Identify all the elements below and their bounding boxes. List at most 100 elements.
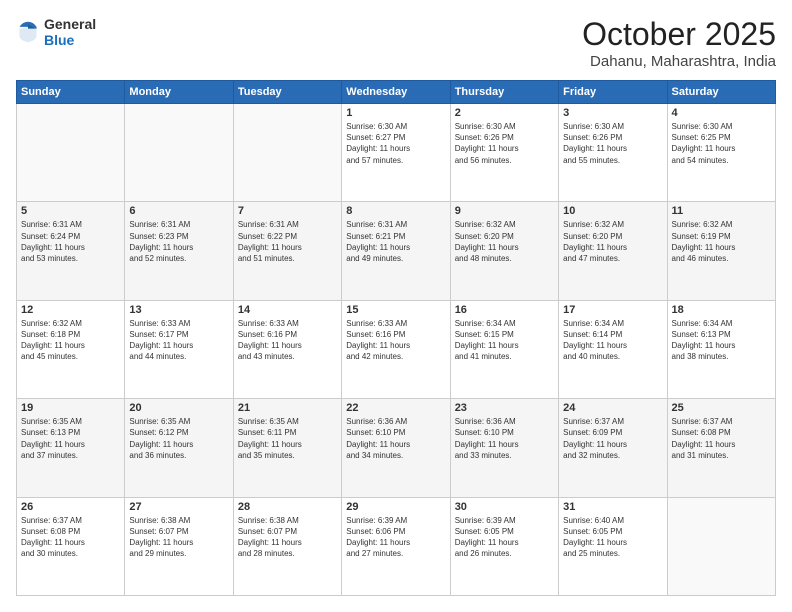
logo-text: General Blue [44,16,96,48]
calendar-cell: 28 Sunrise: 6:38 AM Sunset: 6:07 PM Dayli… [233,497,341,595]
day-number: 29 [346,501,445,513]
day-info: Sunrise: 6:39 AM Sunset: 6:06 PM Dayligh… [346,515,445,560]
day-info: Sunrise: 6:32 AM Sunset: 6:19 PM Dayligh… [672,219,771,264]
calendar-cell: 13 Sunrise: 6:33 AM Sunset: 6:17 PM Dayli… [125,300,233,398]
day-info: Sunrise: 6:30 AM Sunset: 6:25 PM Dayligh… [672,121,771,166]
day-number: 16 [455,304,554,316]
calendar-cell: 31 Sunrise: 6:40 AM Sunset: 6:05 PM Dayli… [559,497,667,595]
calendar-cell: 27Sunrise: 6:38 AM Sunset: 6:07 PM Dayli… [125,497,233,595]
location: Dahanu, Maharashtra, India [582,53,776,70]
calendar-cell: 29 Sunrise: 6:39 AM Sunset: 6:06 PM Dayli… [342,497,450,595]
day-info: Sunrise: 6:34 AM Sunset: 6:13 PM Dayligh… [672,318,771,363]
calendar-cell: 19 Sunrise: 6:35 AM Sunset: 6:13 PM Dayli… [17,399,125,497]
weekday-header: Friday [559,81,667,104]
day-info: Sunrise: 6:31 AM Sunset: 6:21 PM Dayligh… [346,219,445,264]
day-info: Sunrise: 6:30 AM Sunset: 6:26 PM Dayligh… [563,121,662,166]
day-number: 1 [346,107,445,119]
day-info: Sunrise: 6:35 AM Sunset: 6:13 PM Dayligh… [21,416,120,461]
calendar-week-row: 26Sunrise: 6:37 AM Sunset: 6:08 PM Dayli… [17,497,776,595]
day-info: Sunrise: 6:33 AM Sunset: 6:17 PM Dayligh… [129,318,228,363]
calendar-cell: 14 Sunrise: 6:33 AM Sunset: 6:16 PM Dayli… [233,300,341,398]
day-number: 2 [455,107,554,119]
day-number: 9 [455,205,554,217]
calendar-cell [233,104,341,202]
day-info: Sunrise: 6:38 AM Sunset: 6:07 PM Dayligh… [238,515,337,560]
day-number: 8 [346,205,445,217]
day-info: Sunrise: 6:30 AM Sunset: 6:26 PM Dayligh… [455,121,554,166]
day-number: 30 [455,501,554,513]
title-block: October 2025 Dahanu, Maharashtra, India [582,16,776,70]
day-number: 23 [455,402,554,414]
day-number: 3 [563,107,662,119]
weekday-header: Thursday [450,81,558,104]
day-number: 19 [21,402,120,414]
calendar-cell: 15Sunrise: 6:33 AM Sunset: 6:16 PM Dayli… [342,300,450,398]
day-info: Sunrise: 6:39 AM Sunset: 6:05 PM Dayligh… [455,515,554,560]
calendar-cell: 4Sunrise: 6:30 AM Sunset: 6:25 PM Daylig… [667,104,775,202]
day-info: Sunrise: 6:34 AM Sunset: 6:15 PM Dayligh… [455,318,554,363]
calendar-cell: 10Sunrise: 6:32 AM Sunset: 6:20 PM Dayli… [559,202,667,300]
day-info: Sunrise: 6:40 AM Sunset: 6:05 PM Dayligh… [563,515,662,560]
calendar-cell: 22 Sunrise: 6:36 AM Sunset: 6:10 PM Dayli… [342,399,450,497]
weekday-header: Tuesday [233,81,341,104]
day-number: 7 [238,205,337,217]
calendar-cell: 18Sunrise: 6:34 AM Sunset: 6:13 PM Dayli… [667,300,775,398]
calendar-cell: 6Sunrise: 6:31 AM Sunset: 6:23 PM Daylig… [125,202,233,300]
day-info: Sunrise: 6:34 AM Sunset: 6:14 PM Dayligh… [563,318,662,363]
calendar-week-row: 1 Sunrise: 6:30 AM Sunset: 6:27 PM Daylig… [17,104,776,202]
day-number: 13 [129,304,228,316]
day-info: Sunrise: 6:31 AM Sunset: 6:23 PM Dayligh… [129,219,228,264]
day-info: Sunrise: 6:31 AM Sunset: 6:24 PM Dayligh… [21,219,120,264]
calendar-cell: 16 Sunrise: 6:34 AM Sunset: 6:15 PM Dayli… [450,300,558,398]
day-info: Sunrise: 6:38 AM Sunset: 6:07 PM Dayligh… [129,515,228,560]
logo: General Blue [16,16,96,48]
day-info: Sunrise: 6:33 AM Sunset: 6:16 PM Dayligh… [346,318,445,363]
day-number: 25 [672,402,771,414]
day-number: 14 [238,304,337,316]
calendar-cell: 17 Sunrise: 6:34 AM Sunset: 6:14 PM Dayli… [559,300,667,398]
day-info: Sunrise: 6:31 AM Sunset: 6:22 PM Dayligh… [238,219,337,264]
weekday-header: Saturday [667,81,775,104]
calendar-cell: 3 Sunrise: 6:30 AM Sunset: 6:26 PM Daylig… [559,104,667,202]
logo-general: General [44,16,96,32]
day-info: Sunrise: 6:33 AM Sunset: 6:16 PM Dayligh… [238,318,337,363]
day-info: Sunrise: 6:32 AM Sunset: 6:18 PM Dayligh… [21,318,120,363]
calendar-week-row: 12 Sunrise: 6:32 AM Sunset: 6:18 PM Dayli… [17,300,776,398]
calendar-cell [667,497,775,595]
header: General Blue October 2025 Dahanu, Mahara… [16,16,776,70]
day-number: 11 [672,205,771,217]
calendar-cell: 26Sunrise: 6:37 AM Sunset: 6:08 PM Dayli… [17,497,125,595]
calendar-cell [125,104,233,202]
logo-blue: Blue [44,32,74,48]
day-number: 21 [238,402,337,414]
day-info: Sunrise: 6:30 AM Sunset: 6:27 PM Dayligh… [346,121,445,166]
calendar-cell: 8 Sunrise: 6:31 AM Sunset: 6:21 PM Daylig… [342,202,450,300]
calendar-cell: 24 Sunrise: 6:37 AM Sunset: 6:09 PM Dayli… [559,399,667,497]
page: General Blue October 2025 Dahanu, Mahara… [0,0,792,612]
month-title: October 2025 [582,16,776,53]
day-number: 22 [346,402,445,414]
day-info: Sunrise: 6:35 AM Sunset: 6:12 PM Dayligh… [129,416,228,461]
day-number: 17 [563,304,662,316]
day-number: 12 [21,304,120,316]
calendar-cell: 20Sunrise: 6:35 AM Sunset: 6:12 PM Dayli… [125,399,233,497]
calendar-table: SundayMondayTuesdayWednesdayThursdayFrid… [16,80,776,596]
calendar-cell: 11 Sunrise: 6:32 AM Sunset: 6:19 PM Dayli… [667,202,775,300]
day-number: 5 [21,205,120,217]
calendar-cell: 5 Sunrise: 6:31 AM Sunset: 6:24 PM Daylig… [17,202,125,300]
calendar-cell: 2 Sunrise: 6:30 AM Sunset: 6:26 PM Daylig… [450,104,558,202]
day-number: 24 [563,402,662,414]
day-number: 31 [563,501,662,513]
calendar-cell: 30 Sunrise: 6:39 AM Sunset: 6:05 PM Dayli… [450,497,558,595]
day-info: Sunrise: 6:37 AM Sunset: 6:09 PM Dayligh… [563,416,662,461]
calendar-cell: 12 Sunrise: 6:32 AM Sunset: 6:18 PM Dayli… [17,300,125,398]
weekday-header: Wednesday [342,81,450,104]
day-info: Sunrise: 6:32 AM Sunset: 6:20 PM Dayligh… [455,219,554,264]
calendar-cell: 9 Sunrise: 6:32 AM Sunset: 6:20 PM Daylig… [450,202,558,300]
day-number: 28 [238,501,337,513]
day-info: Sunrise: 6:36 AM Sunset: 6:10 PM Dayligh… [346,416,445,461]
calendar-cell: 23Sunrise: 6:36 AM Sunset: 6:10 PM Dayli… [450,399,558,497]
day-number: 26 [21,501,120,513]
calendar-cell: 25Sunrise: 6:37 AM Sunset: 6:08 PM Dayli… [667,399,775,497]
logo-icon [16,20,40,44]
